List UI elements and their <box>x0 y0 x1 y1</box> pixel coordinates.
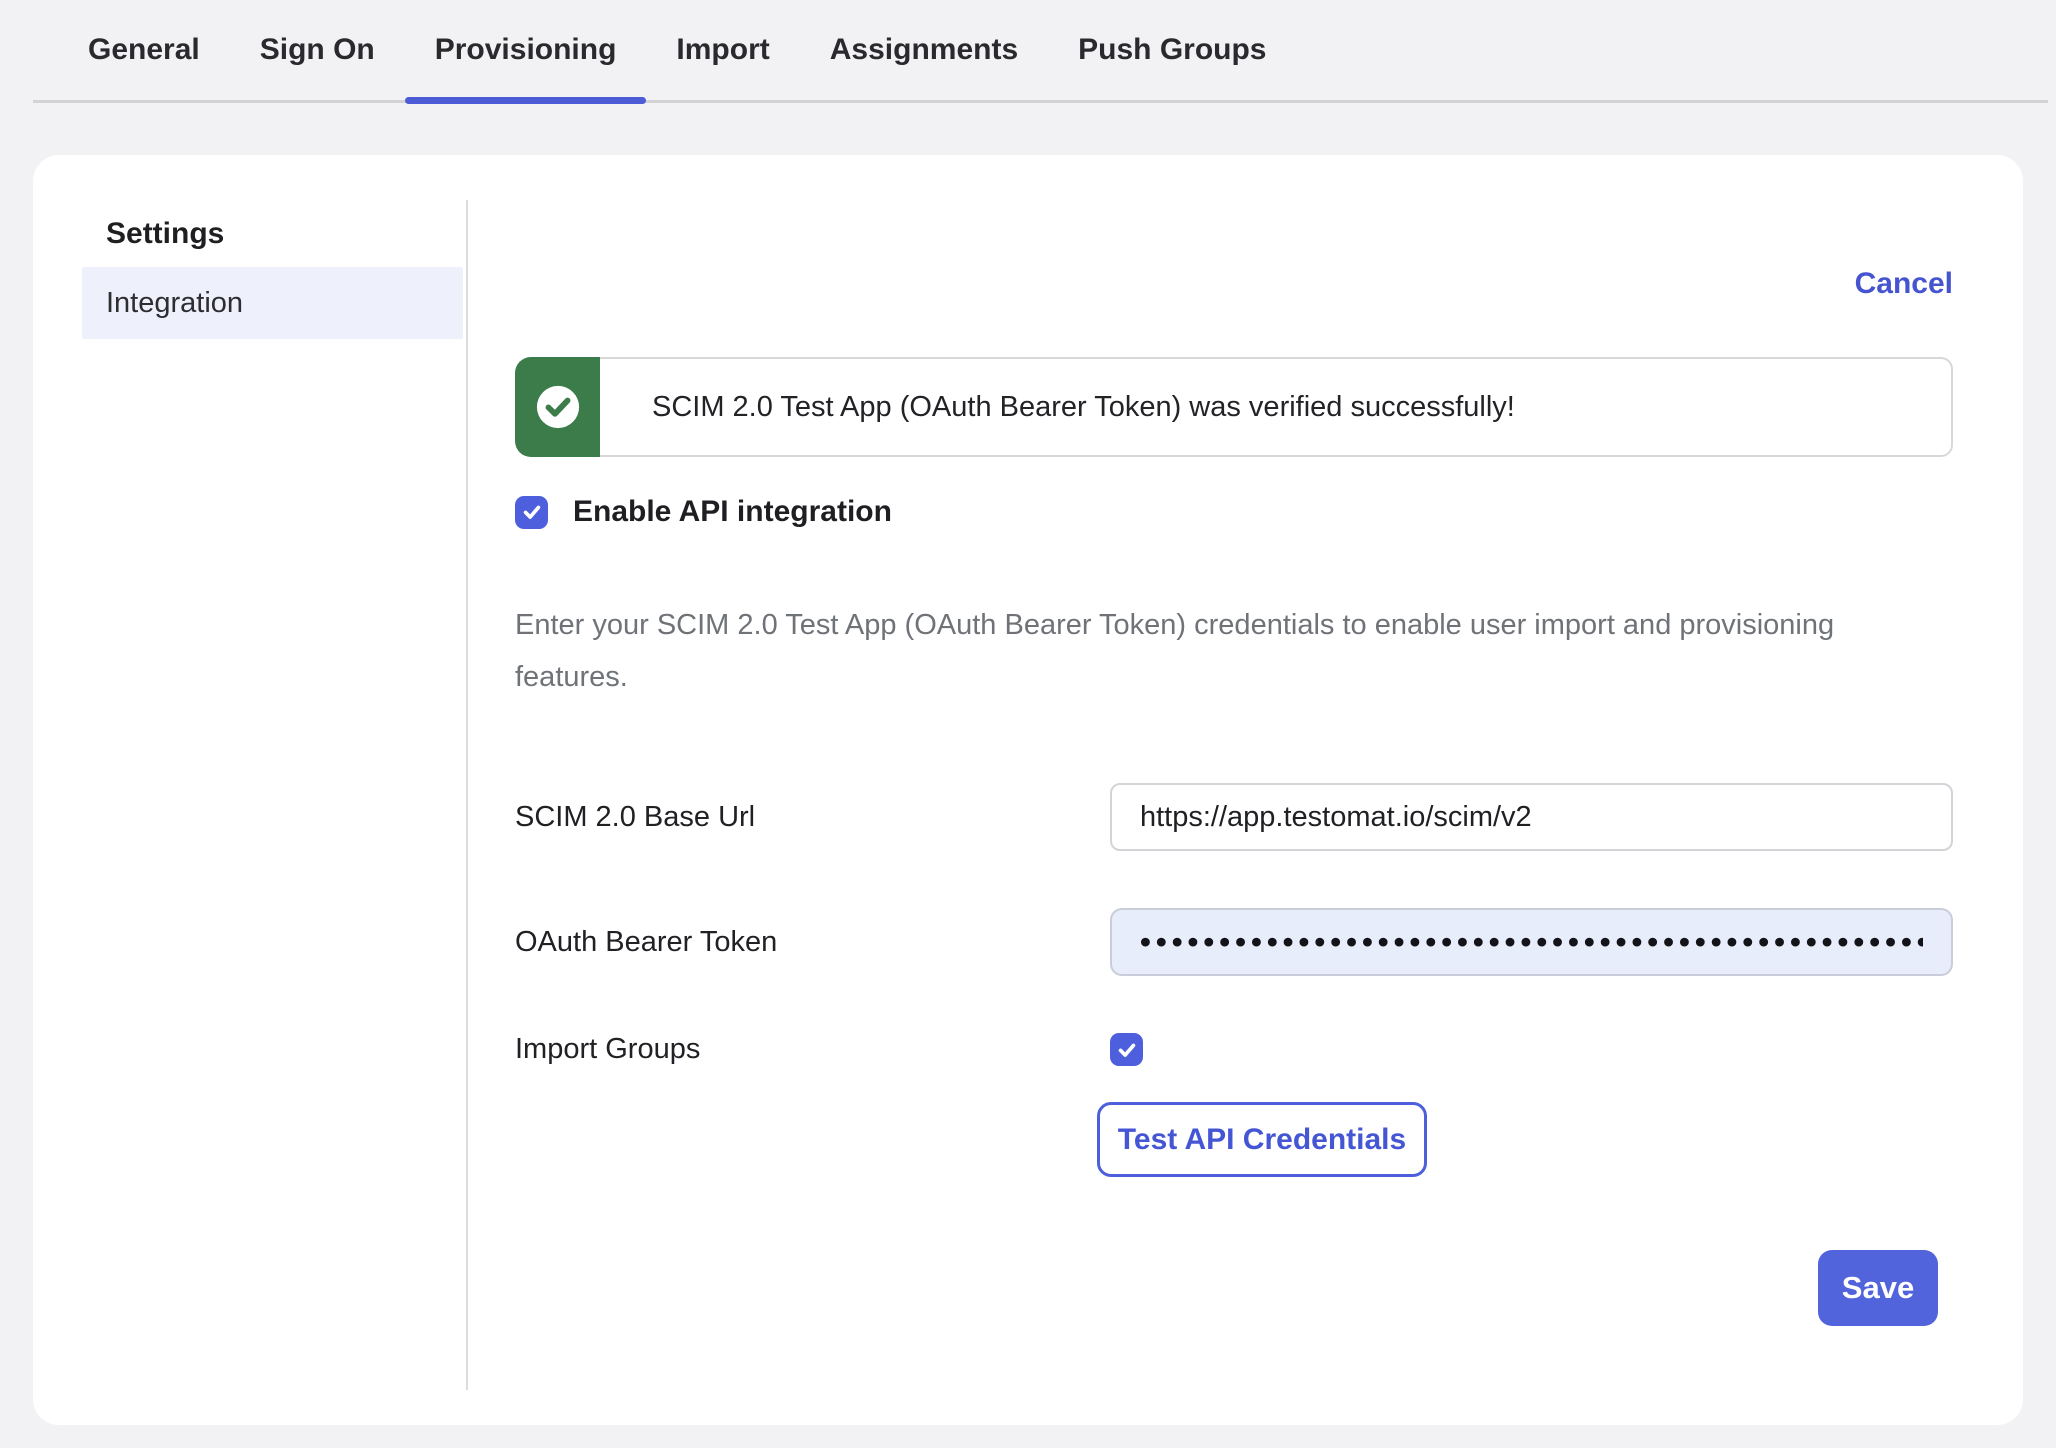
token-label: OAuth Bearer Token <box>515 926 1110 959</box>
checkmark-icon <box>1116 1039 1138 1061</box>
save-row: Save <box>515 1250 1953 1326</box>
app-tab-bar: General Sign On Provisioning Import Assi… <box>33 0 2048 103</box>
tab-provisioning[interactable]: Provisioning <box>405 0 647 100</box>
check-circle-icon <box>535 384 581 430</box>
tab-push-groups[interactable]: Push Groups <box>1048 0 1296 100</box>
base-url-input[interactable] <box>1110 783 1953 851</box>
enable-api-checkbox[interactable] <box>515 496 548 529</box>
token-row: OAuth Bearer Token <box>515 908 1953 976</box>
success-banner-message: SCIM 2.0 Test App (OAuth Bearer Token) w… <box>600 357 1953 457</box>
sidebar-item-label: Integration <box>106 287 243 320</box>
sidebar-divider <box>466 200 468 1390</box>
sidebar-heading: Settings <box>106 217 468 251</box>
settings-sidebar: Settings Integration <box>33 155 468 1425</box>
success-banner: SCIM 2.0 Test App (OAuth Bearer Token) w… <box>515 357 1953 457</box>
test-api-credentials-button[interactable]: Test API Credentials <box>1097 1102 1427 1177</box>
credentials-description: Enter your SCIM 2.0 Test App (OAuth Bear… <box>515 599 1895 703</box>
import-groups-label: Import Groups <box>515 1033 1110 1066</box>
base-url-row: SCIM 2.0 Base Url <box>515 783 1953 851</box>
enable-api-label: Enable API integration <box>573 495 892 529</box>
integration-settings-panel: Cancel SCIM 2.0 Test App (OAuth Bearer T… <box>468 155 2023 1425</box>
import-groups-checkbox[interactable] <box>1110 1033 1143 1066</box>
tab-sign-on[interactable]: Sign On <box>230 0 405 100</box>
cancel-row: Cancel <box>515 267 1953 301</box>
enable-api-row: Enable API integration <box>515 495 1953 529</box>
sidebar-item-integration[interactable]: Integration <box>82 267 463 339</box>
checkmark-icon <box>521 501 543 523</box>
save-button[interactable]: Save <box>1818 1250 1938 1326</box>
cancel-link[interactable]: Cancel <box>1855 267 1953 301</box>
success-banner-accent <box>515 357 600 457</box>
token-input[interactable] <box>1110 908 1953 976</box>
import-groups-row: Import Groups <box>515 1033 1953 1066</box>
tab-general[interactable]: General <box>58 0 230 100</box>
provisioning-settings-card: Settings Integration Cancel SCIM 2.0 Tes… <box>33 155 2023 1425</box>
tab-assignments[interactable]: Assignments <box>800 0 1048 100</box>
test-credentials-row: Test API Credentials <box>515 1102 1953 1177</box>
tab-import[interactable]: Import <box>646 0 799 100</box>
base-url-label: SCIM 2.0 Base Url <box>515 801 1110 834</box>
